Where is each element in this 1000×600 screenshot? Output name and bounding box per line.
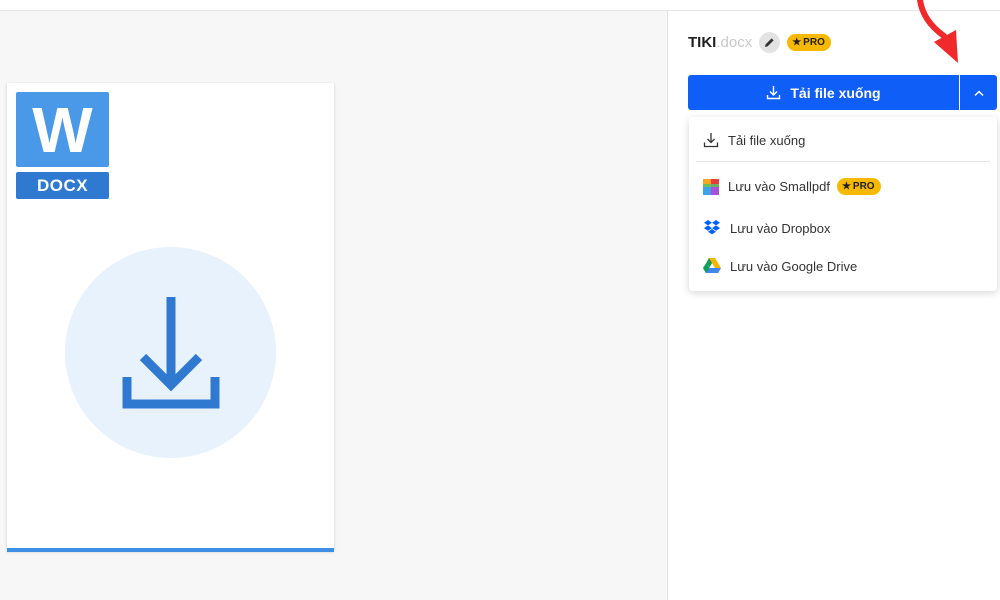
preview-progress-bar	[7, 548, 334, 552]
chevron-up-icon	[973, 89, 984, 96]
pro-badge: ★ PRO	[787, 34, 831, 51]
word-letter: W	[32, 93, 93, 166]
menu-item-label: Lưu vào Dropbox	[730, 220, 831, 236]
docx-file-badge: W DOCX	[16, 92, 109, 199]
download-icon	[767, 86, 781, 100]
menu-item-label: Tải file xuống	[728, 132, 806, 148]
smallpdf-icon	[703, 178, 719, 195]
menu-item-download[interactable]: Tải file xuống	[703, 132, 805, 148]
preview-area: W DOCX	[0, 11, 668, 600]
pro-badge-label: PRO	[852, 181, 875, 192]
menu-item-google-drive[interactable]: Lưu vào Google Drive	[703, 258, 857, 274]
download-options-toggle[interactable]	[960, 75, 997, 110]
top-bar	[0, 0, 1000, 11]
menu-item-label: Lưu vào Google Drive	[730, 258, 858, 274]
large-download-icon	[122, 297, 220, 409]
pro-badge: ★ PRO	[836, 178, 881, 195]
word-icon: W	[16, 92, 109, 167]
file-title: TIKI .docx ★ PRO	[688, 32, 831, 53]
star-icon: ★	[841, 180, 851, 192]
rename-button[interactable]	[759, 32, 781, 53]
menu-item-dropbox[interactable]: Lưu vào Dropbox	[703, 220, 830, 236]
google-drive-icon	[703, 258, 721, 273]
file-type-tag: DOCX	[16, 172, 109, 199]
dropbox-icon	[704, 220, 720, 235]
file-name: TIKI	[688, 34, 717, 51]
download-options-menu: Tải file xuống Lưu vào Smallpdf ★ PRO Lưu…	[689, 117, 997, 291]
download-icon	[703, 133, 719, 148]
star-icon: ★	[792, 36, 802, 48]
pro-badge-label: PRO	[803, 37, 825, 48]
menu-item-smallpdf[interactable]: Lưu vào Smallpdf ★ PRO	[703, 178, 881, 195]
download-button[interactable]: Tải file xuống	[688, 75, 959, 110]
file-preview-card[interactable]: W DOCX	[7, 83, 334, 552]
download-button-label: Tải file xuống	[790, 84, 881, 101]
red-arrow-icon	[917, 0, 958, 63]
menu-item-label: Lưu vào Smallpdf	[728, 179, 830, 194]
pencil-icon	[765, 38, 774, 47]
file-extension: .docx	[716, 34, 753, 51]
menu-divider	[696, 161, 990, 162]
download-preview-circle[interactable]	[65, 247, 276, 458]
